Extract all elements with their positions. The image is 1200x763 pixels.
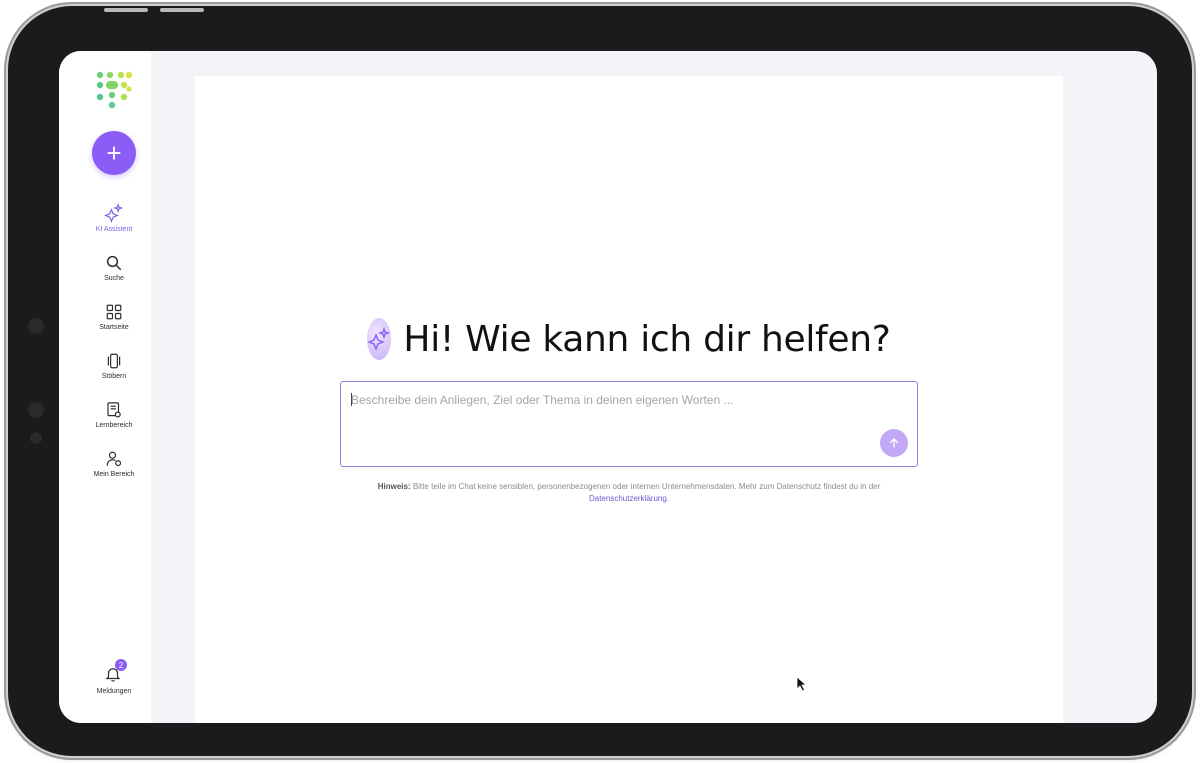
sidebar-item-label: Lernbereich [95,422,133,429]
tablet-frame: + KI Assistent Suche Startseite Stöbern … [8,6,1192,756]
sidebar-item-ki-assistent[interactable]: KI Assistent [59,203,169,233]
sparkles-icon [367,327,391,351]
sensor-icon [30,432,42,444]
sidebar-item-label: Mein Bereich [93,471,135,478]
send-button[interactable] [880,429,908,457]
sidebar-item-label: Suche [104,275,124,282]
sidebar-item-label: KI Assistent [95,226,133,233]
arrow-up-icon [889,438,899,448]
sparkles-icon [104,203,124,223]
search-icon [106,255,122,271]
main-content: Hi! Wie kann ich dir helfen? Hinweis: Bi… [195,76,1063,723]
sidebar-item-lernbereich[interactable]: Lernbereich [59,401,169,429]
privacy-policy-link[interactable]: Datenschutzerklärung [589,494,667,503]
sidebar-item-stoebern[interactable]: Stöbern [59,352,169,380]
privacy-hint: Hinweis: Bitte teile im Chat keine sensi… [345,481,913,505]
chat-input-box[interactable] [340,381,918,467]
sidebar-item-mein-bereich[interactable]: Mein Bereich [59,450,169,478]
sidebar-item-startseite[interactable]: Startseite [59,303,169,331]
sidebar-item-meldungen[interactable]: 2 Meldungen [59,659,169,695]
carousel-icon [107,353,121,369]
chat-input[interactable] [351,390,871,410]
page-title: Hi! Wie kann ich dir helfen? [403,318,891,360]
volume-button [104,8,148,12]
greeting-header: Hi! Wie kann ich dir helfen? [367,313,891,365]
certificate-icon [107,402,121,418]
sidebar-item-label: Stöbern [101,373,127,380]
ai-assistant-avatar [367,318,392,360]
user-settings-icon [106,451,122,467]
grid-icon [106,304,122,320]
app-screen: + KI Assistent Suche Startseite Stöbern … [59,51,1157,723]
create-new-button[interactable]: + [92,131,136,175]
sensor-icon [28,402,44,418]
mouse-pointer-icon [796,676,808,692]
sidebar-item-label: Meldungen [96,688,132,695]
notification-badge: 2 [115,659,127,671]
volume-button [160,8,204,12]
sidebar-item-label: Startseite [99,324,129,331]
sidebar: + KI Assistent Suche Startseite Stöbern … [59,51,151,723]
camera-icon [28,318,44,334]
hint-suffix: . [666,494,670,503]
bell-wrapper: 2 [104,659,127,685]
hint-text: Bitte teile im Chat keine sensiblen, per… [410,482,881,491]
app-logo-icon[interactable] [95,71,133,109]
hint-label: Hinweis: [377,482,411,491]
sidebar-item-suche[interactable]: Suche [59,254,169,282]
